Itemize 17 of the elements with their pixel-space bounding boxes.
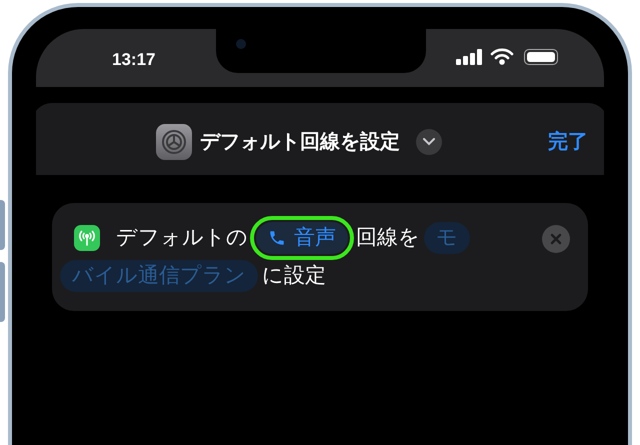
action-text: デフォルトの — [116, 225, 248, 252]
parameter-token[interactable]: モ — [424, 222, 470, 254]
phone-icon — [268, 229, 286, 247]
close-icon — [550, 233, 562, 245]
battery-icon — [524, 49, 558, 65]
parameter-token[interactable]: バイル通信プラン — [60, 260, 258, 292]
sheet-title: デフォルト回線を設定 — [200, 130, 400, 155]
action-text: に設定 — [262, 263, 326, 290]
done-button[interactable]: 完了 — [548, 127, 588, 157]
chevron-down-icon[interactable] — [416, 129, 442, 155]
signal-icon — [456, 49, 484, 65]
parameter-token[interactable]: 音声 — [256, 222, 348, 254]
wifi-icon — [490, 48, 514, 65]
cellular-app-icon — [74, 225, 100, 251]
action-text: 回線を — [356, 225, 420, 252]
status-time: 13:17 — [112, 49, 156, 71]
settings-icon — [156, 124, 192, 160]
